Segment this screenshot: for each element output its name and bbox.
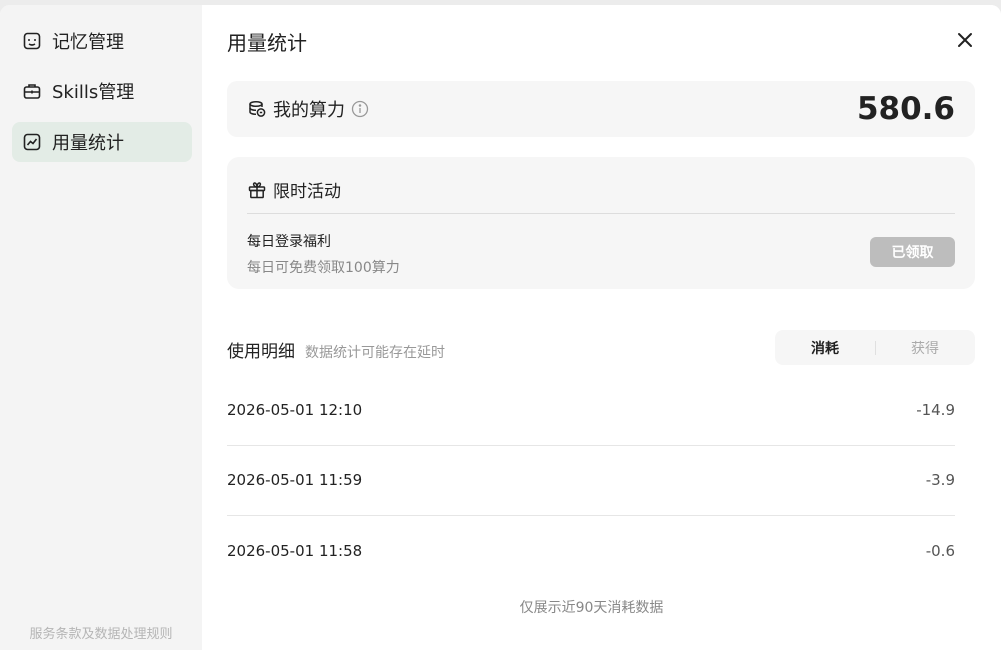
usage-time: 2026-05-01 12:10 bbox=[227, 401, 363, 419]
coins-icon bbox=[249, 100, 266, 117]
sidebar-item-label: Skills管理 bbox=[52, 82, 135, 103]
close-icon bbox=[958, 33, 972, 47]
info-icon[interactable] bbox=[351, 100, 369, 118]
details-title: 使用明细 bbox=[227, 342, 295, 362]
page-title: 用量统计 bbox=[227, 31, 307, 55]
claimed-button[interactable]: 已领取 bbox=[870, 237, 955, 267]
sidebar-item-label: 用量统计 bbox=[52, 133, 124, 154]
promo-card: 限时活动 每日登录福利 每日可免费领取100算力 已领取 bbox=[227, 157, 975, 289]
usage-amount: -14.9 bbox=[916, 401, 955, 419]
chart-icon bbox=[22, 132, 42, 152]
sidebar: 记忆管理 Skills管理 用量统计 服务条款及数据处理规则 bbox=[0, 5, 202, 650]
main-panel: 用量统计 我的算力 580.6 限时活动 每日登录福利 每日可免费领取100算力… bbox=[202, 5, 1001, 650]
promo-name: 每日登录福利 bbox=[247, 234, 331, 250]
power-value: 580.6 bbox=[856, 91, 955, 127]
divider bbox=[247, 213, 955, 214]
usage-amount: -0.6 bbox=[925, 542, 955, 560]
sidebar-item-label: 记忆管理 bbox=[52, 32, 124, 53]
gift-icon bbox=[248, 181, 266, 198]
details-header: 使用明细 数据统计可能存在延时 bbox=[227, 337, 445, 362]
close-button[interactable] bbox=[954, 29, 976, 51]
details-segmented-control: 消耗 获得 bbox=[775, 330, 975, 365]
promo-title: 限时活动 bbox=[273, 182, 341, 202]
sidebar-item-memory[interactable]: 记忆管理 bbox=[12, 21, 192, 61]
promo-description: 每日可免费领取100算力 bbox=[247, 260, 400, 276]
usage-time: 2026-05-01 11:58 bbox=[227, 542, 363, 560]
usage-time: 2026-05-01 11:59 bbox=[227, 471, 363, 489]
power-card: 我的算力 580.6 bbox=[227, 81, 975, 137]
toolbox-icon bbox=[22, 81, 42, 101]
usage-row: 2026-05-01 11:58 -0.6 bbox=[227, 516, 955, 586]
memory-icon bbox=[22, 31, 42, 51]
power-label: 我的算力 bbox=[273, 100, 345, 121]
usage-row: 2026-05-01 12:10 -14.9 bbox=[227, 375, 955, 445]
usage-dialog: 记忆管理 Skills管理 用量统计 服务条款及数据处理规则 用量统计 我的算力… bbox=[0, 5, 1001, 650]
details-note: 数据统计可能存在延时 bbox=[305, 345, 445, 361]
list-footer-note: 仅展示近90天消耗数据 bbox=[519, 600, 664, 616]
tab-consumption[interactable]: 消耗 bbox=[775, 330, 875, 365]
terms-link[interactable]: 服务条款及数据处理规则 bbox=[0, 623, 202, 642]
usage-amount: -3.9 bbox=[925, 471, 955, 489]
tab-earned[interactable]: 获得 bbox=[875, 330, 975, 365]
sidebar-item-usage[interactable]: 用量统计 bbox=[12, 122, 192, 162]
usage-row: 2026-05-01 11:59 -3.9 bbox=[227, 445, 955, 515]
sidebar-item-skills[interactable]: Skills管理 bbox=[12, 71, 192, 111]
